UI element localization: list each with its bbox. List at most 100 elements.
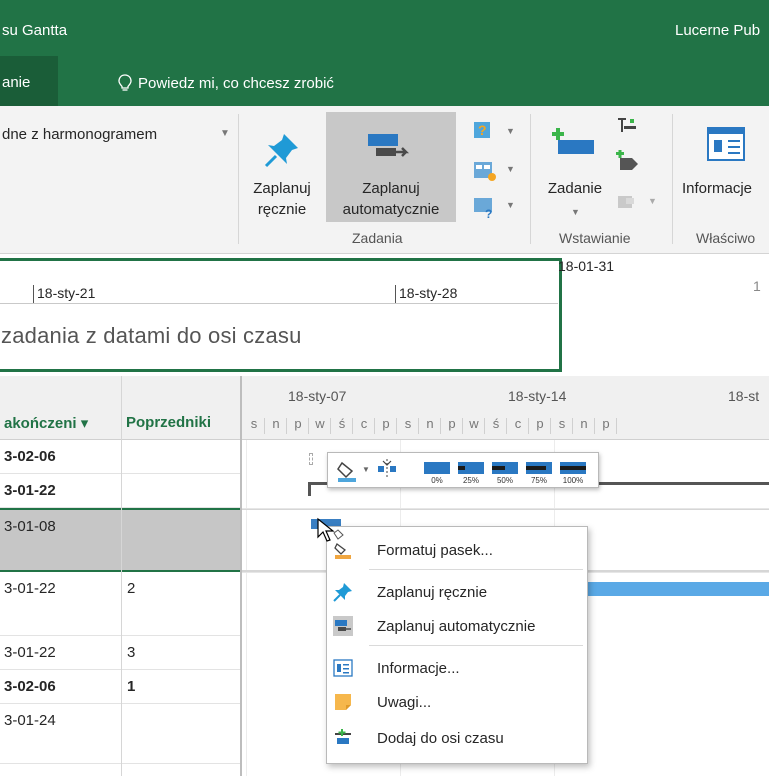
column-header-finish[interactable]: akończeni ▾ bbox=[4, 414, 88, 432]
pushpin-icon bbox=[333, 583, 352, 602]
title-bar: su Gantta Lucerne Pub bbox=[0, 0, 769, 56]
chevron-down-icon[interactable]: ▼ bbox=[506, 126, 515, 136]
inspect-icon[interactable]: ? bbox=[472, 120, 498, 146]
timescale-day-separator bbox=[594, 418, 595, 434]
timescale-week: 18-sty-14 bbox=[508, 388, 567, 404]
timeline-rule bbox=[0, 303, 558, 304]
timescale-day: w bbox=[315, 416, 325, 431]
timescale-day: ś bbox=[492, 416, 500, 431]
percent-label: 0% bbox=[431, 476, 443, 485]
finish-cell[interactable]: 3-01-22 bbox=[4, 482, 56, 499]
insert-summary-icon[interactable] bbox=[616, 116, 638, 138]
timescale-day-separator bbox=[550, 418, 551, 434]
ribbon: dne z harmonogramem ▼ Zaplanuj ręcznie Z… bbox=[0, 106, 769, 254]
timescale-day: c bbox=[514, 416, 522, 431]
menu-item-auto-schedule[interactable]: Zaplanuj automatycznie bbox=[327, 609, 589, 643]
timeline-placeholder: zadania z datami do osi czasu bbox=[1, 323, 302, 348]
finish-cell[interactable]: 3-01-24 bbox=[4, 712, 56, 729]
timescale-day-separator bbox=[374, 418, 375, 434]
mouse-cursor-icon bbox=[317, 517, 344, 542]
chevron-down-icon[interactable]: ▼ bbox=[362, 465, 370, 474]
finish-cell[interactable]: 3-02-06 bbox=[4, 678, 56, 695]
menu-item-notes[interactable]: Uwagi... bbox=[327, 685, 589, 719]
menu-item-format-bar[interactable]: Formatuj pasek... bbox=[327, 533, 589, 567]
menu-item-label: Informacje... bbox=[377, 660, 460, 677]
column-separator bbox=[121, 376, 122, 776]
menu-item-information[interactable]: Informacje... bbox=[327, 651, 589, 685]
menu-item-label: Dodaj do osi czasu bbox=[377, 730, 504, 747]
timescale-day-separator bbox=[440, 418, 441, 434]
auto-label-2: automatycznie bbox=[342, 201, 440, 218]
menu-item-label: Zaplanuj automatycznie bbox=[377, 618, 536, 635]
group-label-insert: Wstawianie bbox=[559, 230, 631, 246]
chevron-down-icon[interactable]: ▾ bbox=[81, 415, 89, 432]
timescale-day: s bbox=[404, 416, 412, 431]
auto-schedule-button[interactable]: Zaplanuj automatycznie bbox=[326, 112, 456, 222]
add-to-timeline-icon bbox=[335, 729, 351, 744]
timescale-day: p bbox=[602, 416, 610, 431]
paint-bucket-icon[interactable] bbox=[336, 459, 360, 483]
information-icon bbox=[707, 127, 745, 161]
menu-item-label: Formatuj pasek... bbox=[377, 542, 493, 559]
user-name[interactable]: Lucerne Pub bbox=[675, 22, 760, 39]
insert-milestone-icon[interactable] bbox=[614, 150, 640, 174]
percent-label: 75% bbox=[530, 476, 547, 485]
menu-separator bbox=[369, 645, 583, 646]
timeline-pane[interactable]: 18-sty-21 18-sty-28 zadania z datami do … bbox=[0, 254, 769, 376]
timescale-day-separator bbox=[462, 418, 463, 434]
tab-active[interactable]: anie bbox=[0, 56, 58, 106]
finish-cell[interactable]: 3-02-06 bbox=[4, 448, 56, 465]
insert-task-button[interactable]: Zadanie ▼ bbox=[536, 112, 614, 222]
percent-label: 50% bbox=[496, 476, 513, 485]
timescale-day-separator bbox=[352, 418, 353, 434]
timescale-day-separator bbox=[308, 418, 309, 434]
timeline-box[interactable]: 18-sty-21 18-sty-28 zadania z datami do … bbox=[0, 258, 562, 372]
timescale-day-separator bbox=[484, 418, 485, 434]
predecessors-cell[interactable]: 3 bbox=[127, 644, 135, 661]
finish-cell[interactable]: 3-01-22 bbox=[4, 580, 56, 597]
timescale-day: p bbox=[536, 416, 544, 431]
timescale-day: n bbox=[426, 416, 434, 431]
information-button[interactable]: Informacje bbox=[678, 112, 769, 222]
timescale-day: s bbox=[250, 416, 258, 431]
ribbon-tab-row: anie Powiedz mi, co chcesz zrobić bbox=[0, 56, 769, 106]
summary-task-bar-end bbox=[308, 482, 311, 496]
split-task-icon[interactable] bbox=[376, 457, 398, 481]
gantt-timescale: 18-sty-07 18-sty-14 18-st snpwścpsnpwścp… bbox=[242, 376, 769, 440]
insert-deliverable-icon[interactable] bbox=[614, 190, 640, 212]
mode-icon[interactable] bbox=[472, 160, 498, 184]
column-header-predecessors[interactable]: Poprzedniki bbox=[126, 414, 211, 431]
schedule-combo-label[interactable]: dne z harmonogramem bbox=[2, 126, 157, 143]
timescale-day: n bbox=[272, 416, 280, 431]
predecessors-cell[interactable]: 2 bbox=[127, 580, 135, 597]
chevron-down-icon[interactable]: ▼ bbox=[506, 200, 515, 210]
timescale-day: s bbox=[558, 416, 566, 431]
gantt-row-line bbox=[242, 508, 769, 509]
timescale-day-separator bbox=[286, 418, 287, 434]
timescale-day: n bbox=[580, 416, 588, 431]
finish-cell[interactable]: 3-01-22 bbox=[4, 644, 56, 661]
pushpin-icon bbox=[264, 134, 298, 168]
chevron-down-icon[interactable]: ▼ bbox=[220, 128, 230, 139]
gantt-week-gridline bbox=[246, 440, 247, 776]
ribbon-separator bbox=[238, 114, 239, 244]
task-grid: akończeni ▾ Poprzedniki 3-02-06 3-01-22 … bbox=[0, 376, 242, 776]
chevron-down-icon[interactable]: ▼ bbox=[506, 164, 515, 174]
task-bar[interactable] bbox=[582, 582, 769, 596]
finish-cell[interactable]: 3-01-08 bbox=[4, 518, 56, 535]
information-icon bbox=[333, 659, 353, 677]
task-mode-icon[interactable]: ? bbox=[472, 196, 498, 220]
chevron-down-icon: ▼ bbox=[648, 196, 657, 206]
predecessors-cell[interactable]: 1 bbox=[127, 678, 135, 695]
timescale-week: 18-st bbox=[728, 388, 760, 404]
group-label-properties: Właściwo bbox=[696, 230, 756, 246]
manual-schedule-button[interactable]: Zaplanuj ręcznie bbox=[244, 112, 320, 222]
timescale-day-separator bbox=[528, 418, 529, 434]
menu-item-manual-schedule[interactable]: Zaplanuj ręcznie bbox=[327, 575, 589, 609]
context-menu: Formatuj pasek... Zaplanuj ręcznie Zapla… bbox=[326, 526, 588, 764]
timescale-day: c bbox=[360, 416, 368, 431]
tell-me-box[interactable]: Powiedz mi, co chcesz zrobić bbox=[118, 74, 334, 92]
svg-text:?: ? bbox=[485, 207, 492, 220]
menu-item-add-to-timeline[interactable]: Dodaj do osi czasu bbox=[327, 721, 589, 755]
timeline-tick: 18-sty-21 bbox=[32, 285, 96, 303]
